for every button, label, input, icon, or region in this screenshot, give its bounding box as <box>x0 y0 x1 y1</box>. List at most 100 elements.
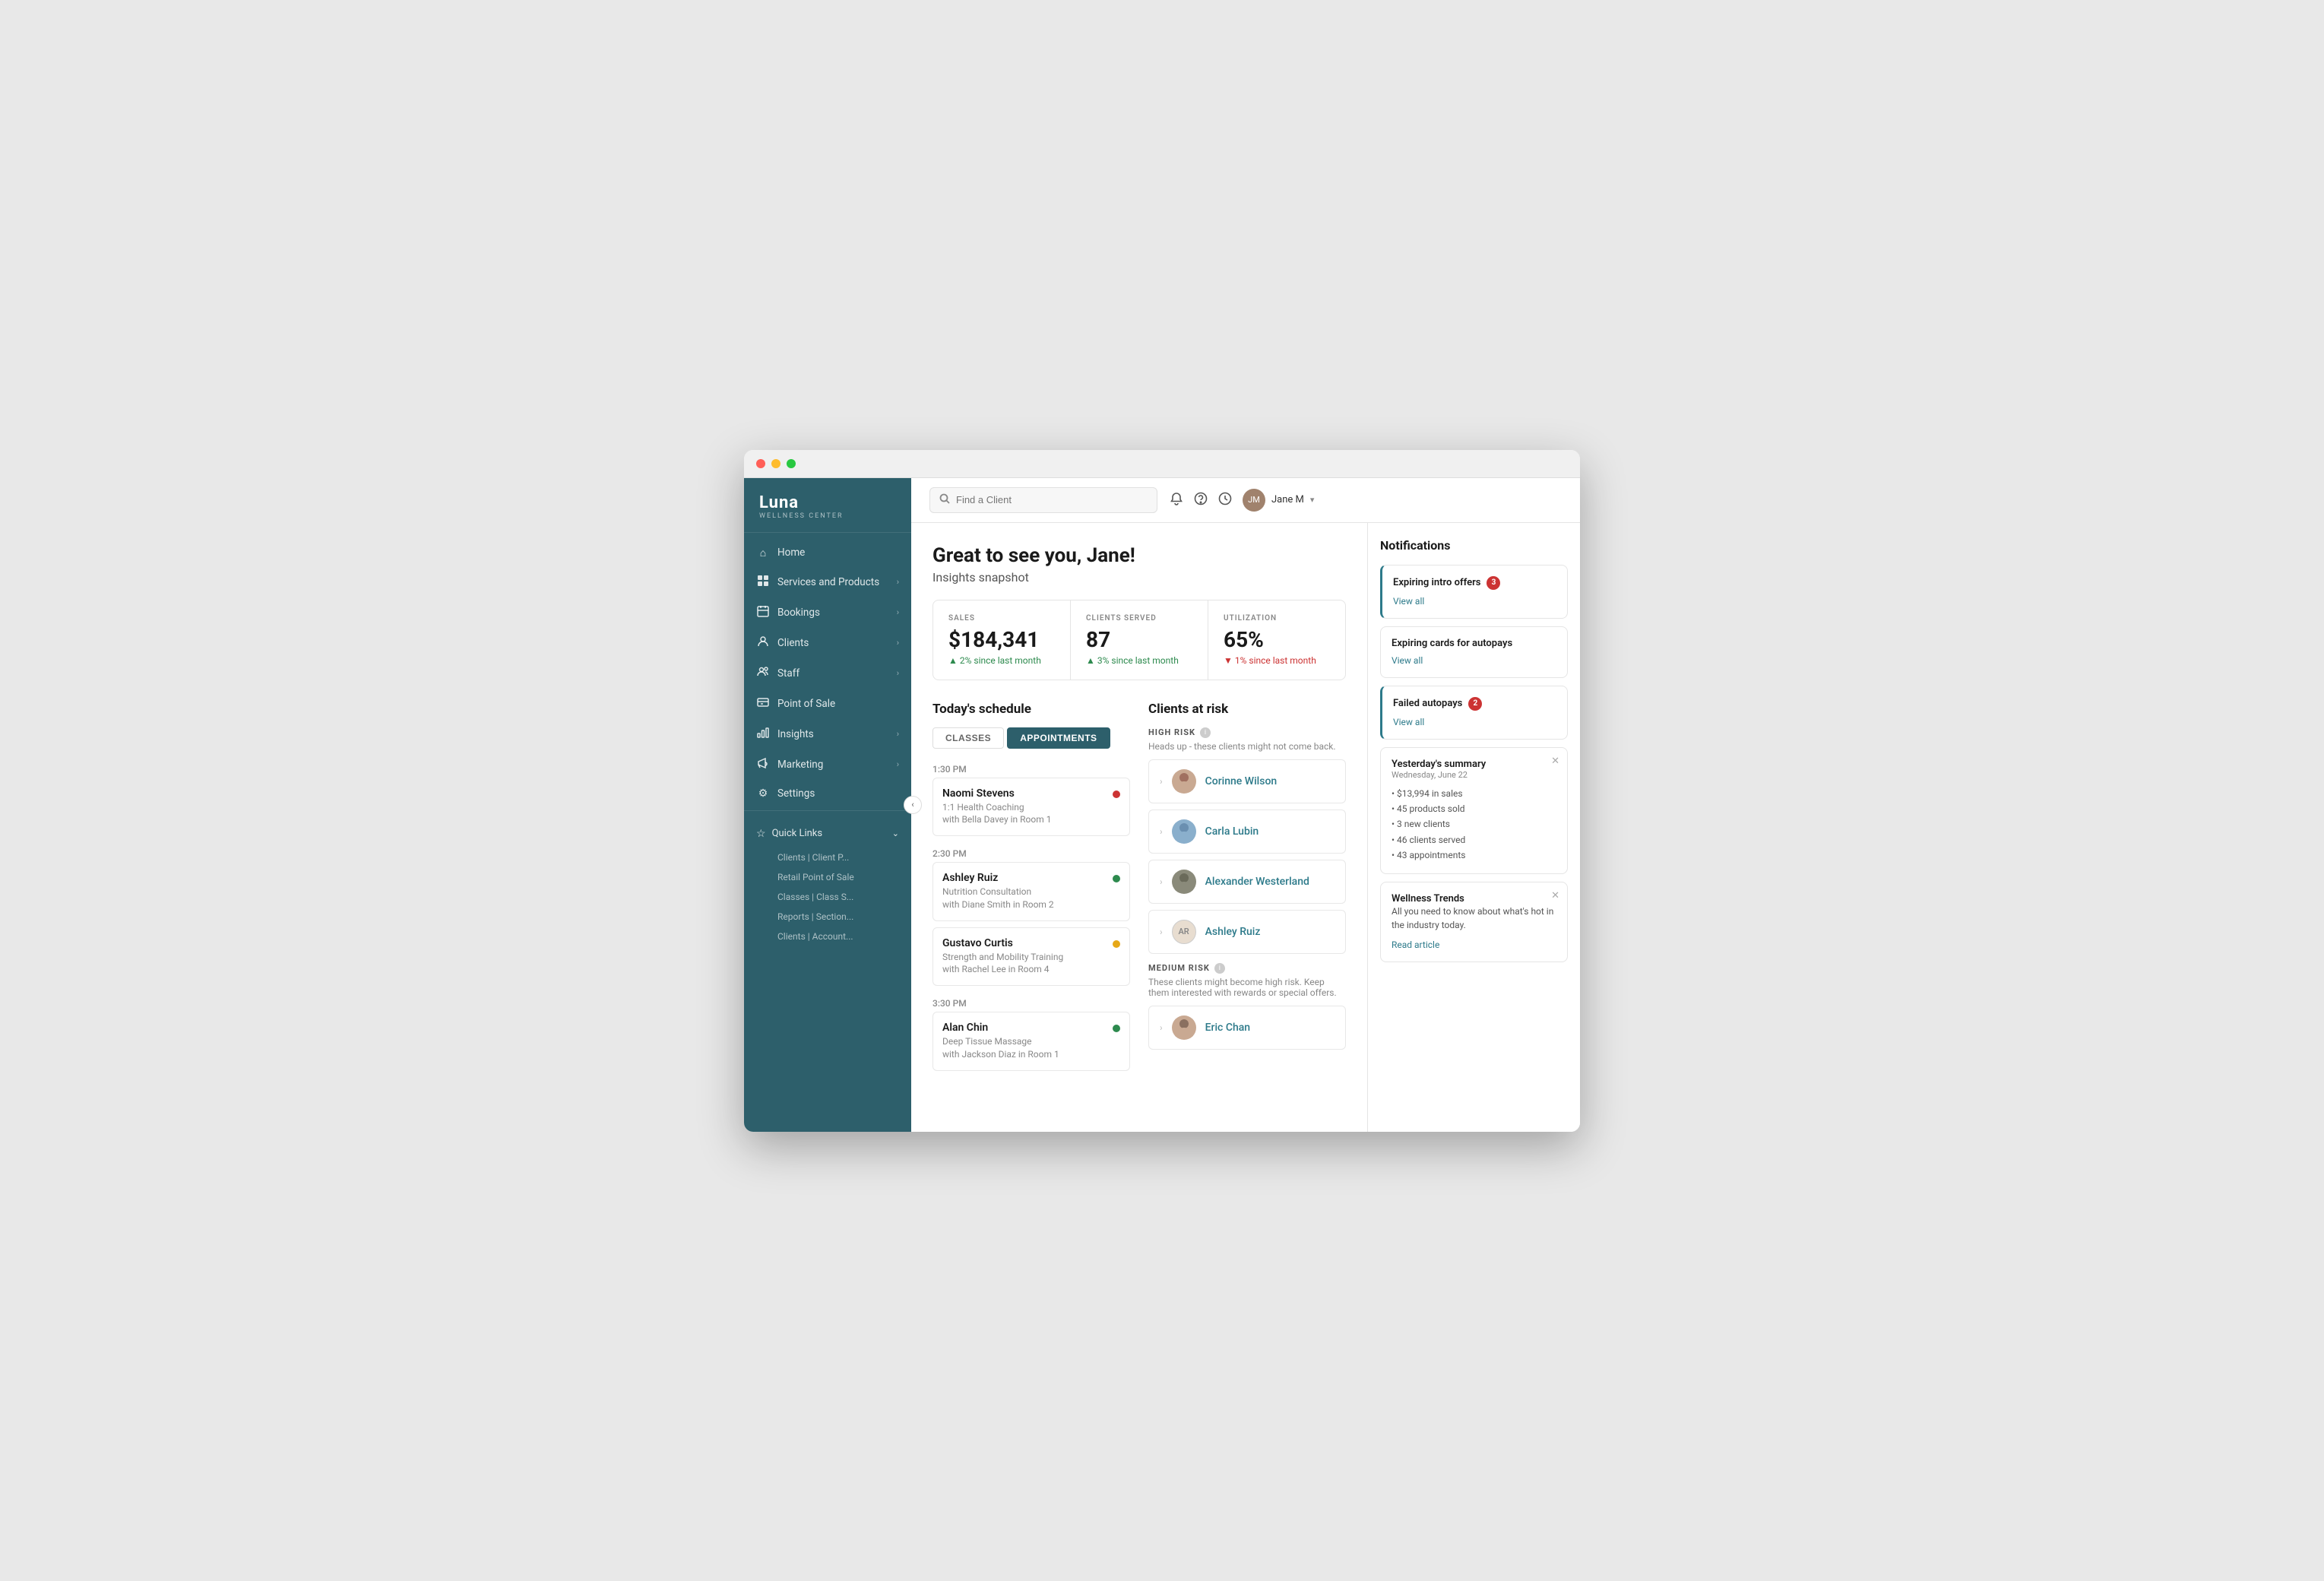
client-name: Eric Chan <box>1205 1022 1335 1034</box>
quick-links-label: Quick Links <box>772 828 823 839</box>
user-name: Jane M <box>1271 494 1304 505</box>
logo-brand: Luna <box>759 493 896 512</box>
stat-value: 65% <box>1224 627 1330 652</box>
client-name: Corinne Wilson <box>1205 775 1335 787</box>
read-article-link[interactable]: Read article <box>1392 939 1439 950</box>
insights-icon <box>756 727 770 742</box>
tab-appointments[interactable]: APPOINTMENTS <box>1007 727 1110 749</box>
schedule-client-name: Gustavo Curtis <box>942 937 1105 949</box>
chevron-right-icon: › <box>897 638 899 648</box>
staff-icon <box>756 666 770 681</box>
sidebar-collapse-button[interactable]: ‹ <box>904 796 922 814</box>
notif-card-title: Expiring cards for autopays <box>1392 638 1512 649</box>
sidebar-item-insights[interactable]: Insights › <box>744 719 911 749</box>
quick-link-item[interactable]: Classes | Class S... <box>744 887 911 907</box>
notification-bell-icon[interactable] <box>1170 492 1183 509</box>
sidebar-item-settings[interactable]: ⚙ Settings <box>744 780 911 807</box>
client-name: Ashley Ruiz <box>1205 926 1335 938</box>
sidebar-divider <box>744 810 911 811</box>
view-all-link[interactable]: View all <box>1393 596 1424 607</box>
browser-window: ‹ Luna Wellness Center ⌂ Home Services a… <box>744 450 1580 1132</box>
search-container <box>929 487 1157 513</box>
quick-link-item[interactable]: Retail Point of Sale <box>744 867 911 887</box>
history-icon[interactable] <box>1218 492 1232 509</box>
chevron-right-icon: › <box>1160 876 1163 887</box>
quick-link-item[interactable]: Reports | Section... <box>744 907 911 927</box>
client-name: Carla Lubin <box>1205 825 1335 838</box>
app-container: ‹ Luna Wellness Center ⌂ Home Services a… <box>744 478 1580 1132</box>
close-icon[interactable]: ✕ <box>1551 890 1559 901</box>
status-dot-yellow <box>1113 940 1120 948</box>
sidebar-item-marketing[interactable]: Marketing › <box>744 749 911 780</box>
notif-card-title: Expiring intro offers <box>1393 577 1480 588</box>
clients-at-risk-column: Clients at risk HIGH RISK i Heads up - t… <box>1148 702 1346 1077</box>
risk-client-item[interactable]: › AR Ashley Ruiz <box>1148 910 1346 954</box>
stat-value: 87 <box>1086 627 1192 652</box>
risk-client-item[interactable]: › Corinne Wilson <box>1148 759 1346 803</box>
notification-badge: 3 <box>1487 576 1500 590</box>
schedule-item[interactable]: Ashley Ruiz Nutrition Consultationwith D… <box>932 862 1130 921</box>
quick-links-header[interactable]: ☆ Quick Links ⌄ <box>744 820 911 848</box>
close-icon[interactable]: ✕ <box>1551 756 1559 767</box>
info-icon[interactable]: i <box>1214 963 1225 974</box>
sidebar-item-bookings[interactable]: Bookings › <box>744 597 911 628</box>
topbar-icons: JM Jane M ▾ <box>1170 489 1314 512</box>
risk-client-item[interactable]: › Eric Chan <box>1148 1006 1346 1050</box>
marketing-icon <box>756 757 770 772</box>
settings-icon: ⚙ <box>756 787 770 800</box>
star-icon: ☆ <box>756 828 766 840</box>
risk-client-item[interactable]: › Alexander Westerland <box>1148 860 1346 904</box>
help-icon[interactable] <box>1194 492 1208 509</box>
browser-chrome <box>744 450 1580 478</box>
logo-subtitle: Wellness Center <box>759 512 896 520</box>
notification-card-yesterday-summary: ✕ Yesterday's summary Wednesday, June 22… <box>1380 747 1568 875</box>
schedule-client-name: Alan Chin <box>942 1022 1105 1034</box>
tab-row: CLASSES APPOINTMENTS <box>932 727 1130 749</box>
chevron-right-icon: › <box>1160 927 1163 937</box>
sidebar-item-label: Services and Products <box>777 576 889 588</box>
browser-dot-green[interactable] <box>787 459 796 468</box>
schedule-item-info: Alan Chin Deep Tissue Massagewith Jackso… <box>942 1022 1105 1061</box>
schedule-item[interactable]: Gustavo Curtis Strength and Mobility Tra… <box>932 927 1130 987</box>
arrow-up-icon <box>1086 655 1097 666</box>
schedule-detail: Nutrition Consultationwith Diane Smith i… <box>942 886 1105 911</box>
schedule-detail: 1:1 Health Coachingwith Bella Davey in R… <box>942 801 1105 827</box>
sidebar-item-label: Clients <box>777 637 889 649</box>
stat-value: $184,341 <box>948 627 1055 652</box>
chevron-down-icon: ⌄ <box>892 829 899 838</box>
chevron-right-icon: › <box>897 759 899 769</box>
medium-risk-label: MEDIUM RISK <box>1148 963 1210 973</box>
sidebar-item-staff[interactable]: Staff › <box>744 658 911 689</box>
high-risk-desc: Heads up - these clients might not come … <box>1148 741 1346 752</box>
schedule-item[interactable]: Alan Chin Deep Tissue Massagewith Jackso… <box>932 1012 1130 1071</box>
schedule-column: Today's schedule CLASSES APPOINTMENTS 1:… <box>932 702 1130 1077</box>
sidebar-item-clients[interactable]: Clients › <box>744 628 911 658</box>
avatar <box>1172 870 1196 894</box>
sidebar-item-pos[interactable]: Point of Sale <box>744 689 911 719</box>
arrow-down-icon <box>1224 655 1235 666</box>
notif-card-header: Expiring cards for autopays <box>1392 638 1556 649</box>
bottom-grid: Today's schedule CLASSES APPOINTMENTS 1:… <box>932 702 1346 1077</box>
sidebar-item-label: Bookings <box>777 607 889 619</box>
main-content: Great to see you, Jane! Insights snapsho… <box>911 523 1367 1132</box>
schedule-item[interactable]: Naomi Stevens 1:1 Health Coachingwith Be… <box>932 778 1130 837</box>
view-all-link[interactable]: View all <box>1393 717 1424 727</box>
chevron-down-icon: ▾ <box>1310 495 1315 505</box>
quick-link-item[interactable]: Clients | Account... <box>744 927 911 946</box>
user-section[interactable]: JM Jane M ▾ <box>1243 489 1314 512</box>
info-icon[interactable]: i <box>1200 727 1211 738</box>
search-input[interactable] <box>956 494 1148 505</box>
browser-dot-red[interactable] <box>756 459 765 468</box>
risk-client-item[interactable]: › Carla Lubin <box>1148 810 1346 854</box>
avatar-initials: JM <box>1248 495 1260 505</box>
stat-change: 1% since last month <box>1224 655 1330 666</box>
tab-classes[interactable]: CLASSES <box>932 727 1004 749</box>
browser-dot-yellow[interactable] <box>771 459 780 468</box>
quick-link-item[interactable]: Clients | Client P... <box>744 848 911 867</box>
sidebar-item-home[interactable]: ⌂ Home <box>744 539 911 567</box>
view-all-link[interactable]: View all <box>1392 655 1423 666</box>
sidebar-item-services[interactable]: Services and Products › <box>744 567 911 597</box>
chevron-right-icon: › <box>897 668 899 678</box>
topbar: JM Jane M ▾ <box>911 478 1580 523</box>
sidebar-item-label: Point of Sale <box>777 698 899 710</box>
